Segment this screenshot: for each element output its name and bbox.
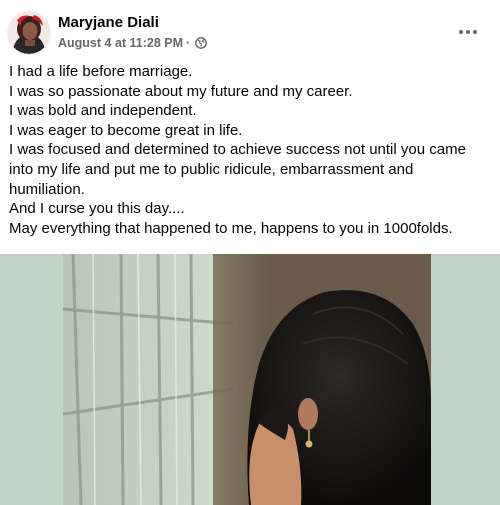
post-photo-container <box>0 254 500 505</box>
meta-separator: · <box>186 36 191 50</box>
more-options-icon[interactable] <box>454 18 482 46</box>
post-text-line: May everything that happened to me, happ… <box>9 219 453 237</box>
post-text-line: I had a life before marriage. <box>9 63 193 80</box>
author-name[interactable]: Maryjane Diali <box>58 14 159 31</box>
globe-icon[interactable] <box>195 37 208 49</box>
post-text-line: I was eager to become great in life. <box>9 121 243 139</box>
post-text-line: And I curse you this day.... <box>9 200 185 218</box>
post-text-line: I was bold and independent. <box>9 102 197 120</box>
post-header: Maryjane Diali August 4 at 11:28 PM · <box>8 12 492 56</box>
post-text-line: I was focused and determined to achieve … <box>9 141 466 159</box>
post-photo[interactable] <box>63 254 431 505</box>
post-card: Maryjane Diali August 4 at 11:28 PM · I … <box>0 0 500 505</box>
post-text-line: I was so passionate about my future and … <box>9 82 353 100</box>
post-meta: August 4 at 11:28 PM · <box>58 36 208 50</box>
post-text: I had a life before marriage. I was so p… <box>9 62 489 238</box>
post-timestamp[interactable]: August 4 at 11:28 PM <box>58 36 183 50</box>
author-avatar[interactable] <box>8 12 50 54</box>
post-text-line: into my life and put me to public ridicu… <box>9 160 414 178</box>
post-text-line: humiliation. <box>9 180 85 198</box>
